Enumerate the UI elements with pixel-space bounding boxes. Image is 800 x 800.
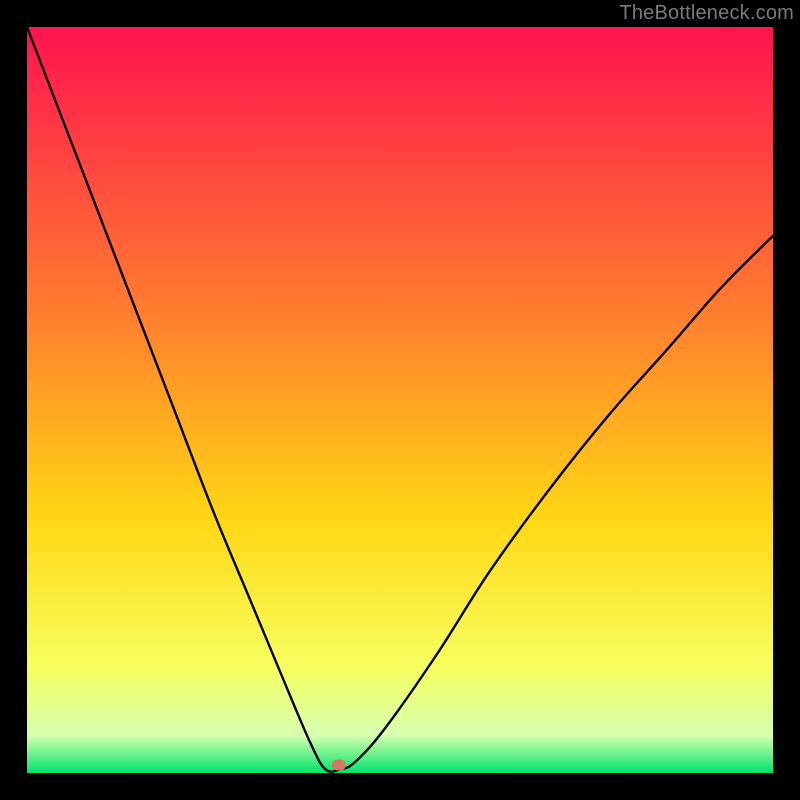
plot-frame (25, 25, 775, 775)
chart-stage: TheBottleneck.com (0, 0, 800, 800)
curve-layer (27, 27, 773, 773)
bottleneck-curve (27, 27, 773, 772)
optimal-marker (332, 760, 346, 771)
watermark-text: TheBottleneck.com (619, 2, 794, 25)
